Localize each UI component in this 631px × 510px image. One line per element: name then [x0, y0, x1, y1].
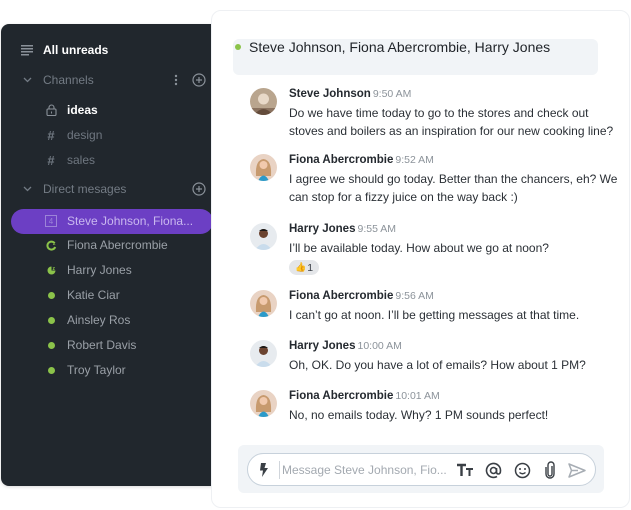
- avatar-fiona-abercrombie[interactable]: [250, 390, 277, 417]
- add-dm-icon[interactable]: [192, 182, 206, 196]
- channels-section-header[interactable]: Channels: [1, 69, 220, 91]
- dm-name: Robert Davis: [67, 338, 137, 352]
- chevron-down-icon[interactable]: [20, 73, 34, 87]
- message-time: 10:01 AM: [395, 390, 440, 402]
- sidebar-item-dm-katie[interactable]: Katie Ciar: [1, 284, 220, 306]
- text-format-icon[interactable]: [456, 461, 474, 479]
- composer-divider: [279, 461, 280, 479]
- avatar-harry-jones[interactable]: [250, 340, 277, 367]
- sidebar-item-dm-harry[interactable]: z Harry Jones: [1, 259, 220, 281]
- message-time: 9:52 AM: [395, 154, 434, 166]
- channel-name: ideas: [67, 103, 98, 117]
- chat-panel: [211, 10, 630, 508]
- sidebar: All unreads Channels ideas # design # sa…: [1, 24, 220, 486]
- avatar-fiona-abercrombie[interactable]: [250, 290, 277, 317]
- group-count-icon: 4: [44, 214, 58, 228]
- online-dot-icon: [44, 338, 58, 352]
- message-text: No, no emails today. Why? 1 PM sounds pe…: [289, 408, 549, 422]
- message-time: 9:50 AM: [372, 88, 412, 100]
- dm-name: Steve Johnson, Fiona...: [67, 214, 194, 228]
- thumbs-up-icon: 👍: [294, 262, 307, 272]
- sidebar-item-dm-troy[interactable]: Troy Taylor: [1, 359, 220, 381]
- sidebar-item-dm-ainsley[interactable]: Ainsley Ros: [1, 309, 220, 331]
- online-status-icon: [235, 44, 241, 50]
- message-time: 9:55 AM: [357, 223, 397, 235]
- conversation-title: Steve Johnson, Fiona Abercrombie, Harry …: [249, 39, 551, 55]
- message-time: 10:00 AM: [357, 340, 402, 352]
- reaction-count: 1: [307, 261, 314, 274]
- channels-section-label: Channels: [43, 73, 94, 87]
- channel-name: design: [67, 128, 103, 142]
- dm-section-label: Direct mesages: [43, 182, 127, 196]
- channel-name: sales: [67, 153, 96, 167]
- away-status-icon: z: [44, 238, 58, 252]
- message-text: I’ll be available today. How about we go…: [289, 241, 549, 255]
- avatar-harry-jones[interactable]: [250, 223, 277, 250]
- all-unreads-label: All unreads: [43, 43, 109, 57]
- dm-name: Ainsley Ros: [67, 313, 131, 327]
- list-icon: [20, 43, 34, 57]
- message-text: Do we have time today to go to the store…: [289, 106, 614, 138]
- message-author[interactable]: Harry Jones: [289, 340, 355, 352]
- hash-icon: #: [47, 127, 55, 143]
- mention-icon[interactable]: [484, 461, 502, 479]
- sidebar-item-channel-ideas[interactable]: ideas: [1, 99, 220, 121]
- online-dot-icon: [44, 313, 58, 327]
- dm-name: Katie Ciar: [67, 288, 120, 302]
- online-dot-icon: [44, 288, 58, 302]
- more-vertical-icon[interactable]: [169, 73, 183, 87]
- chevron-down-icon[interactable]: [20, 182, 34, 196]
- online-dot-icon: [44, 363, 58, 377]
- emoji-icon[interactable]: [513, 461, 531, 479]
- message-text: Oh, OK. Do you have a lot of emails? How…: [289, 358, 586, 372]
- dm-name: Harry Jones: [67, 263, 132, 277]
- add-channel-icon[interactable]: [192, 73, 206, 87]
- attach-icon[interactable]: [541, 461, 559, 479]
- lightning-icon[interactable]: [258, 462, 270, 478]
- dm-section-header[interactable]: Direct mesages: [1, 178, 220, 200]
- sidebar-item-dm-fiona[interactable]: z Fiona Abercrombie: [1, 234, 220, 256]
- sidebar-item-channel-sales[interactable]: # sales: [1, 149, 220, 171]
- message-time: 9:56 AM: [395, 290, 434, 302]
- dm-name: Troy Taylor: [67, 363, 126, 377]
- message-author[interactable]: Harry Jones: [289, 223, 355, 235]
- avatar-steve-johnson[interactable]: [250, 88, 277, 115]
- avatar-fiona-abercrombie[interactable]: [250, 154, 277, 181]
- sidebar-item-dm-group[interactable]: 4 Steve Johnson, Fiona...: [1, 210, 220, 232]
- sidebar-item-dm-robert[interactable]: Robert Davis: [1, 334, 220, 356]
- dm-name: Fiona Abercrombie: [67, 238, 168, 252]
- hash-icon: #: [47, 152, 55, 168]
- message-input[interactable]: [282, 460, 452, 480]
- dnd-status-icon: z: [44, 263, 58, 277]
- send-icon[interactable]: [568, 461, 586, 479]
- message-composer: [247, 453, 596, 486]
- message-author[interactable]: Fiona Abercrombie: [289, 290, 393, 302]
- group-count-badge: 4: [48, 216, 54, 226]
- svg-text:z: z: [53, 241, 56, 247]
- sidebar-item-channel-design[interactable]: # design: [1, 124, 220, 146]
- message-text: I agree we should go today. Better than …: [289, 172, 618, 204]
- lock-icon: [44, 103, 58, 117]
- message-author[interactable]: Fiona Abercrombie: [289, 154, 393, 166]
- message-author[interactable]: Fiona Abercrombie: [289, 390, 393, 402]
- message-author[interactable]: Steve Johnson: [289, 88, 371, 100]
- message-text: I can’t go at noon. I’ll be getting mess…: [289, 308, 580, 322]
- sidebar-item-all-unreads[interactable]: All unreads: [1, 39, 220, 61]
- reaction-thumbs-up[interactable]: 👍 1: [289, 260, 319, 275]
